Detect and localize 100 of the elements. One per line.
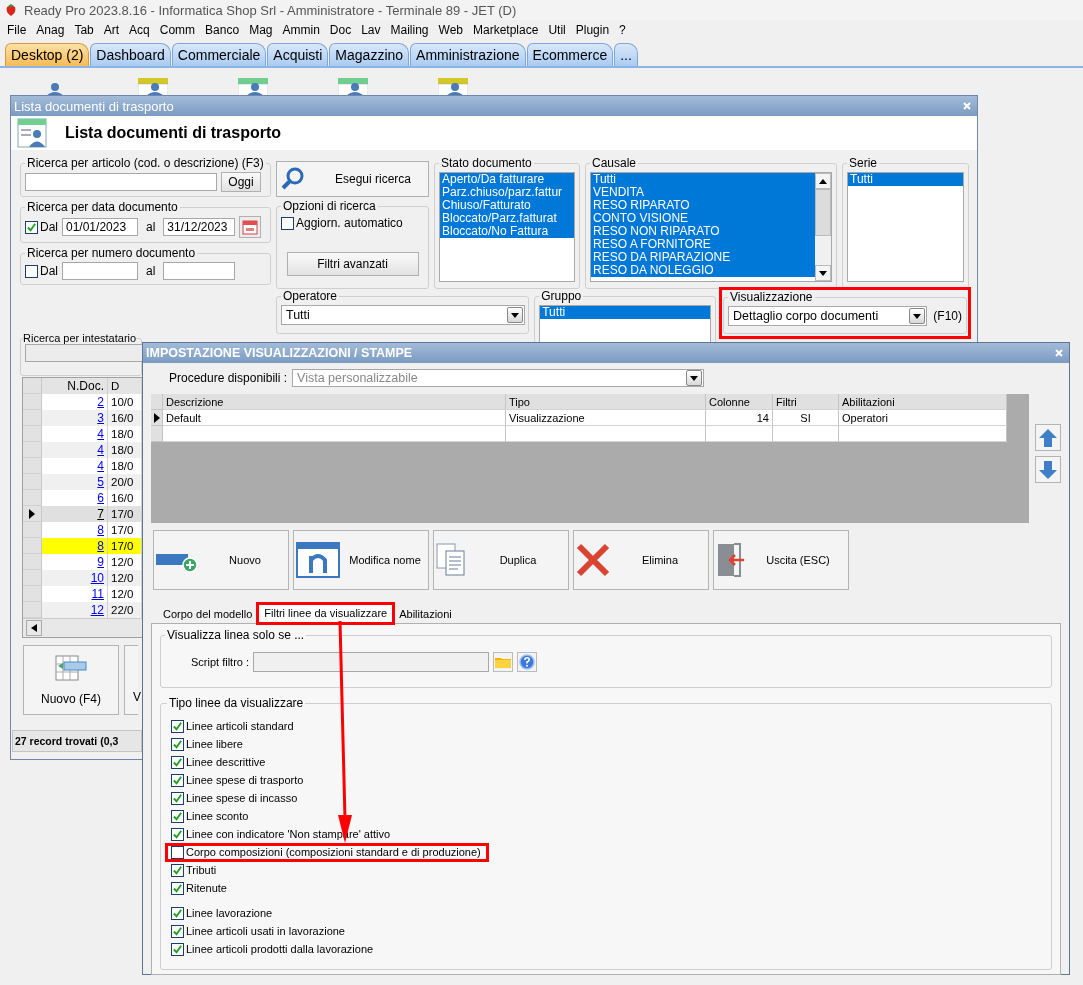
dropdown-button[interactable] — [909, 308, 926, 324]
menu-item[interactable]: Mailing — [386, 23, 435, 37]
document-number-link[interactable]: 6 — [97, 491, 104, 505]
document-number-link[interactable]: 4 — [97, 443, 104, 457]
workspace-tab[interactable]: Dashboard — [90, 43, 171, 66]
number-field[interactable] — [163, 262, 236, 280]
close-icon[interactable] — [963, 102, 971, 110]
list-item[interactable]: Parz.chiuso/parz.fattur — [440, 186, 574, 199]
checkbox-row[interactable]: Tributi — [167, 862, 223, 878]
checkbox[interactable] — [171, 791, 184, 805]
list-item[interactable]: RESO DA NOLEGGIO — [591, 264, 815, 277]
row-header[interactable] — [23, 506, 42, 522]
menu-item[interactable]: Anag — [32, 23, 71, 37]
scroll-thumb[interactable] — [815, 189, 831, 236]
checkbox[interactable] — [171, 906, 184, 920]
tab[interactable]: Abilitazioni — [393, 605, 458, 623]
toolbar-button[interactable]: Duplica — [433, 530, 569, 590]
checkbox-row[interactable]: Dal — [25, 264, 58, 278]
document-number-link[interactable]: 5 — [97, 475, 104, 489]
checkbox-row[interactable]: Linee libere — [167, 736, 249, 752]
document-number-link[interactable]: 11 — [91, 587, 104, 601]
workspace-tab[interactable]: Magazzino — [329, 43, 410, 66]
number-field[interactable] — [62, 262, 138, 280]
checkbox-row[interactable]: Linee sconto — [167, 808, 255, 824]
menu-item[interactable]: Marketplace — [469, 23, 545, 37]
list-item[interactable]: VENDITA — [591, 186, 815, 199]
menu-item[interactable]: Web — [434, 23, 469, 37]
date-field[interactable]: 01/01/2023 — [62, 218, 138, 236]
menu-item[interactable]: Tab — [70, 23, 100, 37]
help-button[interactable] — [517, 652, 538, 672]
list-item[interactable]: Chiuso/Fatturato — [440, 199, 574, 212]
checkbox-row[interactable]: Ritenute — [167, 880, 233, 896]
checkbox[interactable] — [171, 755, 184, 769]
menu-item[interactable]: Plugin — [571, 23, 616, 37]
scroll-down-button[interactable] — [815, 265, 831, 281]
document-number-link[interactable]: 8 — [97, 523, 104, 537]
menu-item[interactable]: ? — [615, 23, 632, 37]
toolbar-button[interactable]: Nuovo — [153, 530, 289, 590]
advanced-filters-button[interactable]: Filtri avanzati — [286, 252, 419, 276]
date-field[interactable]: 31/12/2023 — [163, 218, 236, 236]
checkbox-row[interactable]: Linee lavorazione — [167, 905, 279, 921]
menu-item[interactable]: Mag — [245, 23, 279, 37]
checkbox-row[interactable]: Linee articoli standard — [167, 718, 300, 734]
column-header[interactable]: N.Doc. — [42, 378, 108, 394]
scroll-left-icon[interactable] — [26, 620, 42, 636]
checkbox-row[interactable]: Dal — [25, 220, 58, 234]
row-header[interactable] — [151, 410, 163, 426]
list-item[interactable]: CONTO VISIONE — [591, 212, 815, 225]
document-number-link[interactable]: 8 — [97, 539, 104, 553]
list-item[interactable]: RESO RIPARATO — [591, 199, 815, 212]
menu-item[interactable]: Lav — [357, 23, 387, 37]
menu-item[interactable]: Banco — [201, 23, 246, 37]
move-down-button[interactable] — [1035, 456, 1061, 483]
checkbox[interactable] — [171, 827, 184, 841]
list-item[interactable]: Tutti — [591, 173, 815, 186]
search-button[interactable]: Esegui ricerca — [276, 161, 429, 197]
checkbox-row[interactable]: Aggiorn. automatico — [281, 216, 424, 230]
document-number-link[interactable]: 2 — [97, 395, 104, 409]
menu-item[interactable]: Comm — [155, 23, 202, 37]
user-card-icon[interactable] — [138, 78, 168, 96]
script-filter-field[interactable] — [253, 652, 490, 672]
checkbox[interactable] — [171, 942, 184, 956]
list-item[interactable]: Aperto/Da fatturare — [440, 173, 574, 186]
user-card-icon[interactable] — [238, 78, 268, 96]
toolbar-button[interactable]: Uscita (ESC) — [713, 530, 849, 590]
checkbox-row[interactable]: Linee spese di incasso — [167, 790, 304, 806]
new-button[interactable]: Nuovo (F4) — [23, 645, 119, 715]
workspace-tab[interactable]: Desktop (2) — [5, 43, 90, 66]
menu-item[interactable]: File — [3, 23, 33, 37]
menu-item[interactable]: Util — [544, 23, 572, 37]
document-number-link[interactable]: 9 — [97, 555, 104, 569]
checkbox-row[interactable]: Linee articoli usati in lavorazione — [167, 923, 351, 939]
calendar-button[interactable] — [239, 216, 262, 238]
document-number-link[interactable]: 3 — [97, 411, 104, 425]
dropdown-button[interactable] — [507, 307, 523, 323]
tab[interactable]: Corpo del modello — [157, 605, 259, 623]
document-number-link[interactable]: 10 — [90, 571, 104, 585]
checkbox[interactable] — [25, 220, 38, 234]
workspace-tab[interactable]: Ecommerce — [526, 43, 614, 66]
menu-item[interactable]: Ammin — [278, 23, 326, 37]
menu-item[interactable]: Art — [99, 23, 126, 37]
checkbox[interactable] — [171, 773, 184, 787]
checkbox-row[interactable]: Corpo composizioni (composizioni standard e di produzione) — [167, 844, 487, 860]
list-item[interactable]: Tutti — [540, 306, 710, 319]
article-search-field[interactable] — [25, 173, 217, 191]
document-number-link[interactable]: 7 — [97, 507, 104, 521]
list-item[interactable]: Bloccato/No Fattura — [440, 225, 574, 238]
scrollbar[interactable] — [815, 173, 831, 281]
document-number-link[interactable]: 12 — [90, 603, 104, 617]
list-item[interactable]: RESO A FORNITORE — [591, 238, 815, 251]
close-icon[interactable] — [1055, 349, 1063, 357]
holder-search-field[interactable] — [25, 344, 143, 362]
checkbox[interactable] — [25, 264, 38, 278]
checkbox-row[interactable]: Linee articoli prodotti dalla lavorazione — [167, 941, 380, 957]
workspace-tab[interactable]: Commerciale — [171, 43, 267, 66]
tab[interactable]: Filtri linee da visualizzare — [258, 604, 394, 623]
checkbox[interactable] — [171, 881, 184, 895]
document-number-link[interactable]: 4 — [97, 427, 104, 441]
user-card-icon[interactable] — [438, 78, 468, 96]
checkbox[interactable] — [171, 863, 184, 877]
